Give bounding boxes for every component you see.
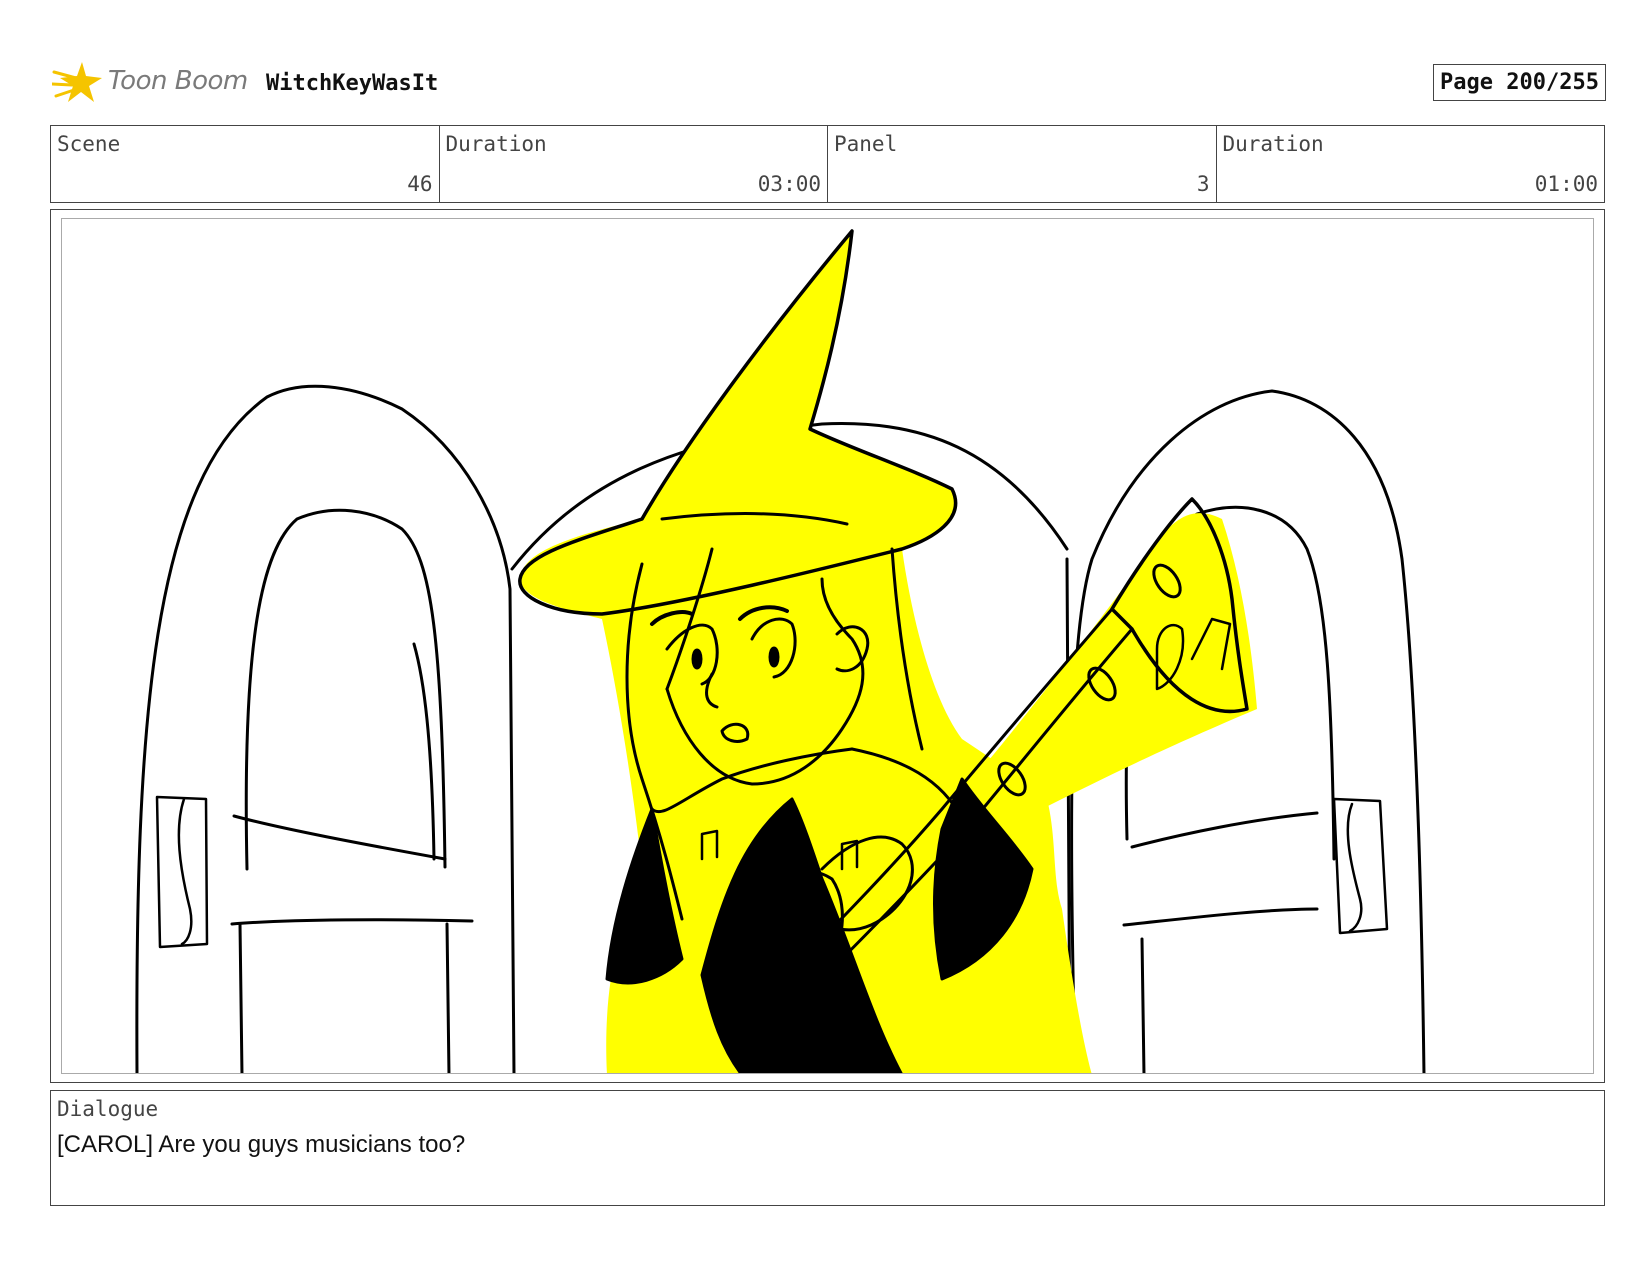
scene-value: 46 [407, 172, 433, 196]
panel-duration-value: 01:00 [1534, 172, 1598, 196]
scene-duration-cell: Duration 03:00 [440, 126, 828, 202]
toon-boom-logo: Toon Boom [50, 58, 250, 108]
scene-info-row: Scene 46 Duration 03:00 Panel 3 Duration… [50, 125, 1605, 203]
storyboard-sketch [135, 229, 1426, 1073]
scene-label: Scene [57, 132, 121, 156]
dialogue-label: Dialogue [57, 1097, 159, 1121]
left-door-inner-arch [244, 508, 447, 871]
panel-label: Panel [834, 132, 898, 156]
panel-cell: Panel 3 [828, 126, 1217, 202]
scene-duration-label: Duration [445, 132, 547, 156]
panel-drawing-area [61, 218, 1594, 1074]
panel-duration-label: Duration [1222, 132, 1324, 156]
scene-duration-value: 03:00 [757, 172, 821, 196]
storyboard-panel [50, 209, 1605, 1083]
panel-value: 3 [1196, 172, 1210, 196]
dialogue-text: [CAROL] Are you guys musicians too? [57, 1131, 466, 1158]
left-door-outer [135, 384, 516, 1073]
header: Toon Boom WitchKeyWasIt Page 200/255 [50, 58, 1608, 108]
page-number-badge: Page 200/255 [1433, 64, 1606, 101]
project-title: WitchKeyWasIt [266, 71, 439, 96]
toon-boom-star-icon [50, 62, 102, 102]
logo-text: Toon Boom [108, 66, 248, 96]
dialogue-box: Dialogue [CAROL] Are you guys musicians … [50, 1090, 1605, 1206]
scene-cell: Scene 46 [51, 126, 440, 202]
panel-duration-cell: Duration 01:00 [1217, 126, 1605, 202]
